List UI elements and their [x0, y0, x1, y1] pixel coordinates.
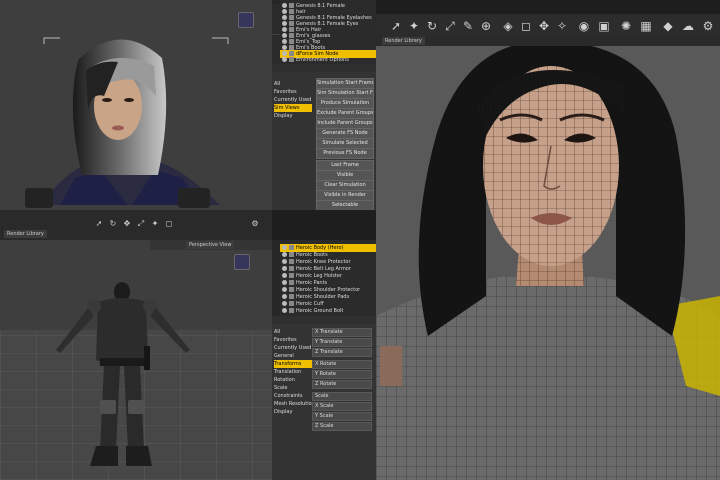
tree-item[interactable]: Translation — [274, 368, 312, 376]
figure-icon — [289, 301, 294, 306]
cube-icon[interactable]: ◻ — [164, 216, 174, 232]
gear-icon[interactable]: ⚙ — [250, 216, 260, 232]
tree-item[interactable]: Display — [274, 408, 312, 416]
visibility-icon[interactable] — [282, 57, 287, 62]
main-toolbar: ➚ ✦ ↻ ⤢ ✎ ⊕ ◈ ◻ ✥ ✧ ◉ ▣ ✺ ▦ ◆ ☁ ⚙ — [376, 14, 720, 36]
tab-render-library[interactable]: Render Library — [382, 37, 425, 45]
visibility-icon[interactable] — [282, 294, 287, 299]
visibility-icon[interactable] — [282, 259, 287, 264]
node-icon[interactable]: ✦ — [406, 18, 422, 34]
sim-tree: All Favorites Currently Used Sim Views D… — [274, 80, 312, 180]
scene-panel-top: Genesis 8.1 Female hair Genesis 8.1 Fema… — [280, 0, 376, 64]
node-icon[interactable]: ✦ — [150, 216, 160, 232]
parameter-slider[interactable]: X Scale — [312, 402, 372, 411]
rotate-icon[interactable]: ↻ — [424, 18, 440, 34]
figure-icon — [289, 308, 294, 313]
parameter-slider[interactable]: Z Translate — [312, 348, 372, 357]
side-tab[interactable] — [272, 4, 280, 35]
tree-item[interactable]: Favorites — [274, 336, 312, 344]
parameter-slider[interactable]: X Translate — [312, 328, 372, 337]
parameters-panel: All Favorites Currently Used General Tra… — [272, 316, 376, 480]
simulation-settings-panel: All Favorites Currently Used Sim Views D… — [272, 64, 376, 210]
parameter-slider[interactable]: Y Scale — [312, 412, 372, 421]
figure-icon — [289, 252, 294, 257]
grid-icon[interactable]: ▦ — [638, 18, 654, 34]
wand-icon[interactable]: ✧ — [554, 18, 570, 34]
scene-row-label: Heroic Ground Bolt — [296, 308, 344, 314]
tree-item[interactable]: Favorites — [274, 88, 312, 96]
scene-row[interactable]: Heroic Ground Bolt — [280, 307, 376, 315]
brush-icon[interactable]: ✎ — [460, 18, 476, 34]
visibility-icon[interactable] — [282, 266, 287, 271]
gear-icon[interactable]: ⚙ — [700, 18, 716, 34]
parameter-slider[interactable]: Z Rotate — [312, 380, 372, 389]
tree-item[interactable]: Constraints — [274, 392, 312, 400]
figure-icon — [289, 266, 294, 271]
tree-item[interactable]: Currently Used — [274, 96, 312, 104]
scene-row-label: Environment Options — [296, 57, 349, 63]
eye-icon[interactable]: ◉ — [576, 18, 592, 34]
pointer-icon[interactable]: ➚ — [388, 18, 404, 34]
pointer-icon[interactable]: ➚ — [94, 216, 104, 232]
visibility-icon[interactable] — [282, 273, 287, 278]
scene-row[interactable]: Environment Options — [280, 56, 376, 64]
viewport-bottom-left[interactable]: Perspective View — [0, 240, 272, 480]
figure-icon — [289, 259, 294, 264]
tree-item[interactable]: General — [274, 352, 312, 360]
tree-item[interactable]: Display — [274, 112, 312, 120]
camera-icon[interactable]: ▣ — [596, 18, 612, 34]
parameter-slider[interactable]: Y Rotate — [312, 370, 372, 379]
sim-button[interactable]: Previous FS Node — [316, 148, 374, 159]
wireframe-figure — [376, 46, 720, 480]
visibility-icon[interactable] — [282, 301, 287, 306]
bottom-left-tabbar: Render Library ➚ ↻ ✥ ⤢ ✦ ◻ ⚙ — [0, 210, 272, 240]
parameter-slider[interactable]: Y Translate — [312, 338, 372, 347]
tree-item[interactable]: Scale — [274, 384, 312, 392]
cloud-icon[interactable]: ☁ — [680, 18, 696, 34]
visibility-icon[interactable] — [282, 245, 287, 250]
tree-item[interactable]: Currently Used — [274, 344, 312, 352]
render-library-tabbar: Render Library — [376, 36, 720, 46]
tree-item[interactable]: Rotation — [274, 376, 312, 384]
figure-icon — [289, 287, 294, 292]
scale-icon[interactable]: ⤢ — [136, 216, 146, 232]
tree-item-selected[interactable]: Transforms — [274, 360, 312, 368]
move-icon[interactable]: ✥ — [122, 216, 132, 232]
figure-icon — [289, 273, 294, 278]
scene-panel-bottom: Heroic Body (Hero) Heroic Boots Heroic K… — [280, 240, 376, 316]
parameter-slider[interactable]: Z Scale — [312, 422, 372, 431]
cube-icon[interactable]: ◻ — [518, 18, 534, 34]
figure-icon — [289, 245, 294, 250]
visibility-icon[interactable] — [282, 280, 287, 285]
parameters-tree: All Favorites Currently Used General Tra… — [274, 328, 312, 478]
parameter-slider[interactable]: Scale — [312, 392, 372, 401]
viewport-top-left[interactable] — [0, 0, 272, 210]
figure-icon — [289, 294, 294, 299]
rotate-icon[interactable]: ↻ — [108, 216, 118, 232]
joint-icon[interactable]: ◈ — [500, 18, 516, 34]
armor-figure — [56, 282, 190, 466]
figure-render-top — [25, 39, 220, 208]
viewport-wireframe[interactable] — [376, 46, 720, 480]
parameters-header — [272, 316, 376, 324]
spot-icon[interactable]: ✺ — [618, 18, 634, 34]
render-icon[interactable]: ◆ — [660, 18, 676, 34]
sim-panel-header — [272, 64, 376, 72]
scale-icon[interactable]: ⤢ — [442, 18, 458, 34]
figure-icon — [289, 280, 294, 285]
visibility-icon[interactable] — [282, 287, 287, 292]
sim-button[interactable]: Selectable — [316, 200, 374, 210]
tab-render-library-left[interactable]: Render Library — [4, 230, 47, 238]
tree-item[interactable]: All — [274, 328, 312, 336]
visibility-icon[interactable] — [282, 308, 287, 313]
tree-item[interactable]: Mesh Resolution — [274, 400, 312, 408]
visibility-icon[interactable] — [282, 252, 287, 257]
tree-item-selected[interactable]: Sim Views — [274, 104, 312, 112]
parameter-slider[interactable]: X Rotate — [312, 360, 372, 369]
environment-icon — [289, 57, 294, 62]
move-icon[interactable]: ✥ — [536, 18, 552, 34]
tree-item[interactable]: All — [274, 80, 312, 88]
gizmo-icon[interactable]: ⊕ — [478, 18, 494, 34]
